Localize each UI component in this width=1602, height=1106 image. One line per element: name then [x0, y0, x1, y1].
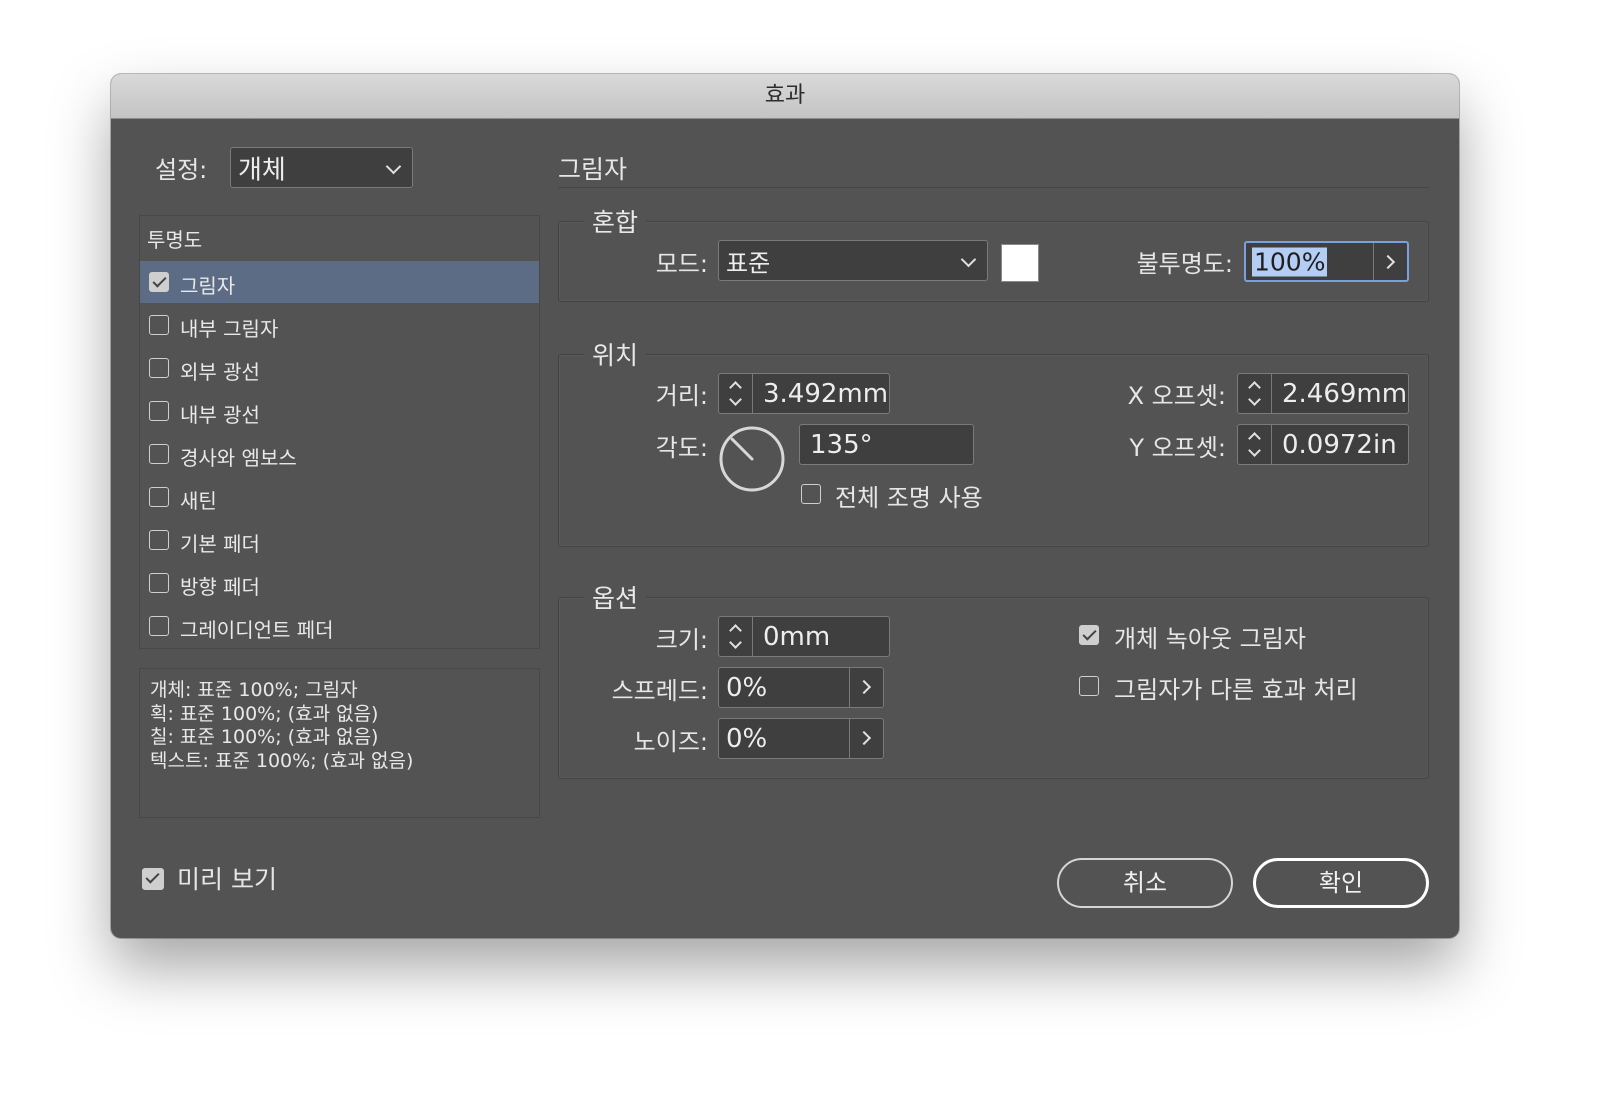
list-item-label: 기본 페더: [180, 532, 260, 556]
noise-label: 노이즈:: [633, 728, 708, 756]
angle-input[interactable]: 135°: [799, 424, 974, 465]
list-item-outer-glow[interactable]: 외부 광선: [140, 347, 539, 389]
drop-shadow-checkbox[interactable]: [149, 272, 169, 292]
chevron-right-icon: [856, 730, 872, 746]
honor-other-effects-label: 그림자가 다른 효과 처리: [1114, 676, 1358, 704]
distance-input[interactable]: 3.492mm: [718, 373, 890, 414]
list-item-directional-feather[interactable]: 방향 페더: [140, 562, 539, 604]
x-offset-input[interactable]: 2.469mm: [1237, 373, 1409, 414]
list-item-drop-shadow[interactable]: 그림자: [140, 261, 539, 303]
x-offset-label: X 오프셋:: [1127, 382, 1226, 410]
opacity-popup-button[interactable]: [1373, 243, 1407, 280]
gradient-feather-checkbox[interactable]: [149, 616, 169, 636]
distance-label: 거리:: [655, 382, 708, 410]
section-title: 그림자: [558, 155, 628, 184]
section-divider: [558, 187, 1429, 188]
list-item-label: 새틴: [180, 489, 217, 513]
chevron-down-icon: [960, 251, 977, 268]
list-item-label: 방향 페더: [180, 575, 260, 599]
list-item-inner-shadow[interactable]: 내부 그림자: [140, 304, 539, 346]
effects-dialog: 효과 설정: 개체 투명도 그림자 내부 그림자 외부 광선 내부 광선 경사와…: [111, 74, 1459, 938]
knockout-label: 개체 녹아웃 그림자: [1114, 625, 1306, 653]
x-offset-value: 2.469mm: [1282, 378, 1408, 409]
options-group-title: 옵션: [584, 579, 647, 615]
position-group-title: 위치: [584, 336, 647, 372]
x-offset-stepper[interactable]: [1238, 374, 1272, 413]
ok-button[interactable]: 확인: [1253, 858, 1429, 908]
chevron-right-icon: [856, 679, 872, 695]
outer-glow-checkbox[interactable]: [149, 358, 169, 378]
list-item-satin[interactable]: 새틴: [140, 476, 539, 518]
y-offset-input[interactable]: 0.0972in: [1237, 424, 1409, 465]
mode-dropdown[interactable]: 표준: [718, 240, 988, 281]
summary-line: 텍스트: 표준 100%; (효과 없음): [150, 750, 414, 772]
list-item-label: 내부 광선: [180, 403, 260, 427]
opacity-input[interactable]: 100%: [1244, 241, 1409, 282]
settings-label: 설정:: [155, 156, 208, 184]
settings-dropdown[interactable]: 개체: [230, 147, 413, 188]
chevron-down-icon: [385, 158, 402, 175]
noise-input[interactable]: 0%: [718, 718, 884, 759]
y-offset-label: Y 오프셋:: [1129, 434, 1226, 462]
list-item-basic-feather[interactable]: 기본 페더: [140, 519, 539, 561]
preview-checkbox[interactable]: [142, 868, 164, 890]
spread-input[interactable]: 0%: [718, 667, 884, 708]
list-item-label: 그레이디언트 페더: [180, 618, 334, 642]
angle-value: 135°: [810, 429, 873, 460]
size-label: 크기:: [655, 626, 708, 654]
list-item-label: 그림자: [180, 274, 236, 298]
noise-popup-button[interactable]: [849, 719, 883, 758]
list-item-bevel-emboss[interactable]: 경사와 엠보스: [140, 433, 539, 475]
summary-line: 칠: 표준 100%; (효과 없음): [150, 726, 379, 748]
dialog-title: 효과: [111, 74, 1459, 119]
summary-line: 개체: 표준 100%; 그림자: [150, 679, 358, 701]
knockout-checkbox[interactable]: [1079, 625, 1099, 645]
opacity-label: 불투명도:: [1136, 250, 1233, 278]
angle-label: 각도:: [655, 434, 708, 462]
size-input[interactable]: 0mm: [718, 616, 890, 657]
mode-value: 표준: [726, 249, 771, 277]
list-header-transparency[interactable]: 투명도: [147, 224, 202, 253]
spread-label: 스프레드:: [611, 677, 708, 705]
spread-popup-button[interactable]: [849, 668, 883, 707]
effects-summary[interactable]: 개체: 표준 100%; 그림자 획: 표준 100%; (효과 없음) 칠: …: [139, 668, 540, 818]
bevel-emboss-checkbox[interactable]: [149, 444, 169, 464]
inner-shadow-checkbox[interactable]: [149, 315, 169, 335]
cancel-button[interactable]: 취소: [1057, 858, 1233, 908]
global-light-checkbox[interactable]: [801, 484, 821, 504]
list-item-label: 외부 광선: [180, 360, 260, 384]
effects-list: 투명도 그림자 내부 그림자 외부 광선 내부 광선 경사와 엠보스 새틴 기본…: [139, 215, 540, 649]
list-item-gradient-feather[interactable]: 그레이디언트 페더: [140, 605, 539, 647]
y-offset-stepper[interactable]: [1238, 425, 1272, 464]
global-light-label: 전체 조명 사용: [835, 484, 983, 512]
inner-glow-checkbox[interactable]: [149, 401, 169, 421]
basic-feather-checkbox[interactable]: [149, 530, 169, 550]
list-item-label: 경사와 엠보스: [180, 446, 297, 470]
satin-checkbox[interactable]: [149, 487, 169, 507]
blend-group-title: 혼합: [584, 203, 647, 239]
noise-value: 0%: [726, 723, 768, 754]
settings-value: 개체: [238, 155, 286, 185]
list-item-inner-glow[interactable]: 내부 광선: [140, 390, 539, 432]
honor-other-effects-checkbox[interactable]: [1079, 676, 1099, 696]
preview-label: 미리 보기: [177, 865, 277, 894]
size-stepper[interactable]: [719, 617, 753, 656]
angle-dial-icon[interactable]: [718, 425, 786, 493]
directional-feather-checkbox[interactable]: [149, 573, 169, 593]
shadow-color-swatch[interactable]: [1001, 244, 1039, 282]
distance-value: 3.492mm: [763, 378, 889, 409]
size-value: 0mm: [763, 621, 831, 652]
y-offset-value: 0.0972in: [1282, 429, 1397, 460]
chevron-right-icon: [1380, 254, 1396, 270]
mode-label: 모드:: [655, 250, 708, 278]
list-item-label: 내부 그림자: [180, 317, 279, 341]
opacity-value: 100%: [1252, 247, 1328, 276]
distance-stepper[interactable]: [719, 374, 753, 413]
spread-value: 0%: [726, 672, 768, 703]
